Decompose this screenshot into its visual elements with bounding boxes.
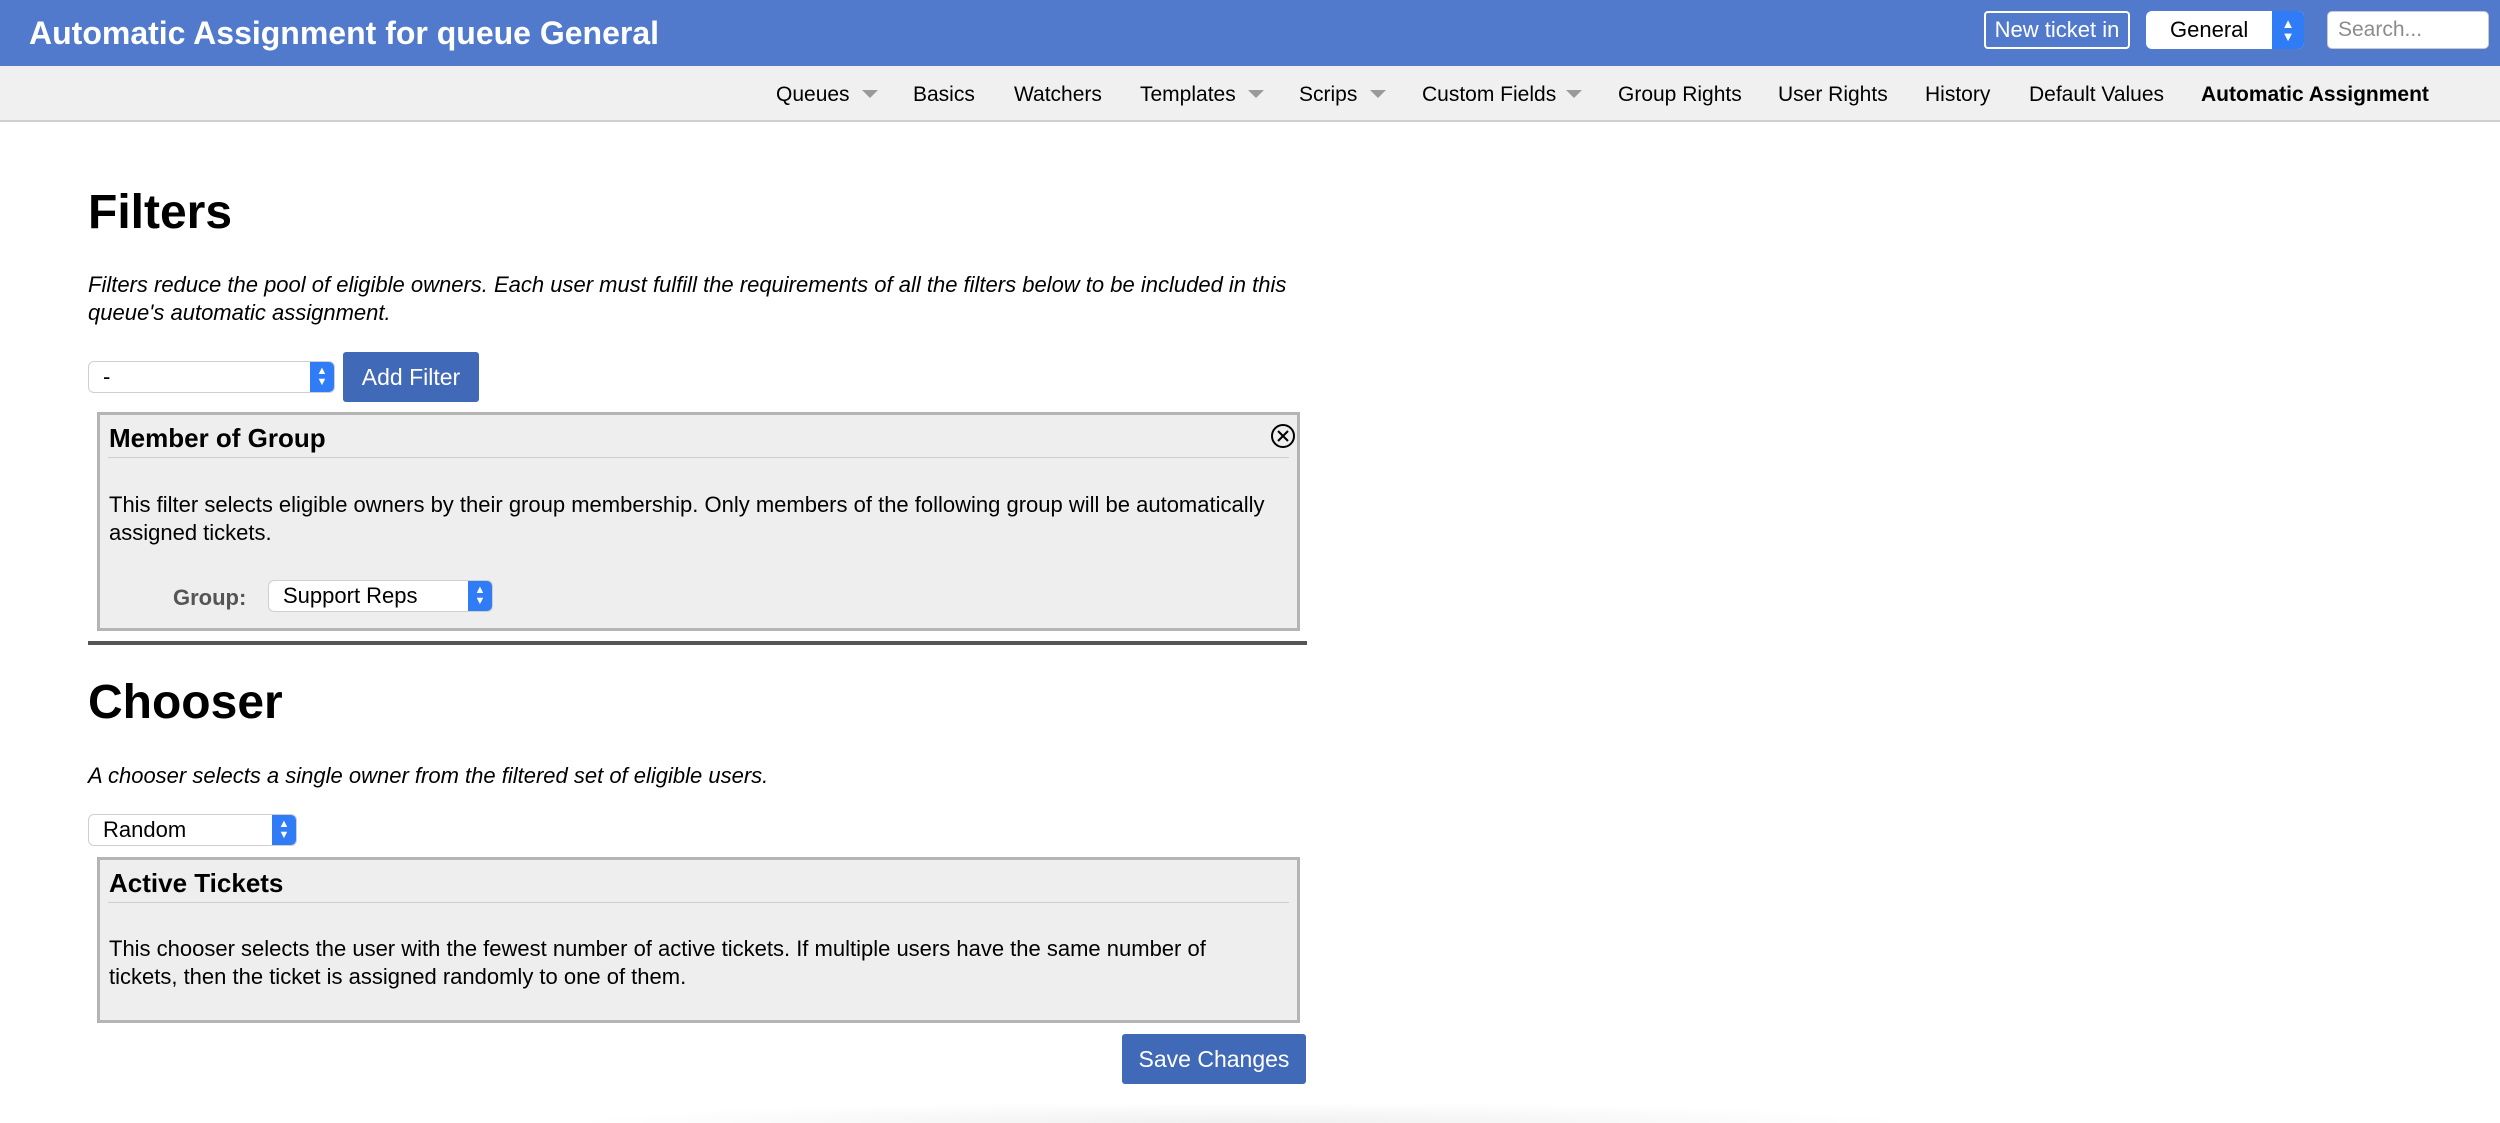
panel-title: Member of Group (109, 423, 326, 453)
panel-title: Active Tickets (109, 868, 284, 898)
nav-item-scrips[interactable]: Scrips (1299, 83, 1357, 107)
queue-select[interactable]: General ▲ ▼ (2146, 11, 2304, 49)
panel-divider (108, 902, 1289, 903)
admin-nav: Queues Basics Watchers Templates Scrips … (0, 66, 2500, 122)
nav-item-group-rights[interactable]: Group Rights (1618, 83, 1742, 107)
save-changes-button[interactable]: Save Changes (1122, 1034, 1306, 1084)
nav-item-basics[interactable]: Basics (913, 83, 975, 107)
group-select-value: Support Reps (283, 583, 418, 608)
panel-divider (108, 457, 1289, 458)
close-icon[interactable] (1270, 423, 1296, 449)
nav-item-custom-fields[interactable]: Custom Fields (1422, 83, 1556, 107)
chevron-down-icon[interactable] (1248, 90, 1264, 98)
group-label: Group: (173, 585, 247, 610)
select-arrows-icon: ▲ ▼ (2272, 11, 2304, 49)
nav-item-user-rights[interactable]: User Rights (1778, 83, 1888, 107)
chevron-down-icon[interactable] (1370, 90, 1386, 98)
chooser-description: A chooser selects a single owner from th… (88, 763, 769, 788)
queue-select-value: General (2170, 17, 2249, 42)
chooser-select-value: Random (103, 817, 187, 842)
select-arrows-icon: ▲ ▼ (310, 362, 334, 392)
filter-type-select-value: - (103, 364, 111, 389)
chevron-down-icon[interactable] (1566, 90, 1582, 98)
search-input[interactable] (2327, 11, 2489, 49)
select-arrows-icon: ▲ ▼ (468, 581, 492, 611)
section-divider (88, 641, 1307, 645)
top-header: Automatic Assignment for queue General N… (0, 0, 2500, 66)
panel-description: This filter selects eligible owners by t… (109, 492, 1265, 545)
nav-item-watchers[interactable]: Watchers (1014, 83, 1102, 107)
nav-item-templates[interactable]: Templates (1140, 83, 1236, 107)
chooser-heading: Chooser (88, 676, 283, 729)
member-of-group-panel: Member of Group This filter selects elig… (97, 412, 1300, 631)
add-filter-button[interactable]: Add Filter (343, 352, 479, 402)
chevron-down-icon[interactable] (862, 90, 878, 98)
filter-type-select[interactable]: - ▲ ▼ (88, 361, 335, 393)
nav-item-default-values[interactable]: Default Values (2029, 83, 2164, 107)
nav-item-automatic-assignment[interactable]: Automatic Assignment (2201, 83, 2429, 107)
chooser-select[interactable]: Random ▲ ▼ (88, 814, 297, 846)
page-title: Automatic Assignment for queue General (29, 15, 660, 51)
select-arrows-icon: ▲ ▼ (272, 815, 296, 845)
active-tickets-panel: Active Tickets This chooser selects the … (97, 857, 1300, 1023)
panel-description: This chooser selects the user with the f… (109, 936, 1206, 989)
nav-item-history[interactable]: History (1925, 83, 1990, 107)
group-select[interactable]: Support Reps ▲ ▼ (268, 580, 493, 612)
filters-description: Filters reduce the pool of eligible owne… (88, 272, 1287, 325)
nav-item-queues[interactable]: Queues (776, 83, 850, 107)
bottom-shadow (560, 1102, 1920, 1123)
filters-heading: Filters (88, 186, 233, 239)
new-ticket-button[interactable]: New ticket in (1984, 11, 2130, 49)
